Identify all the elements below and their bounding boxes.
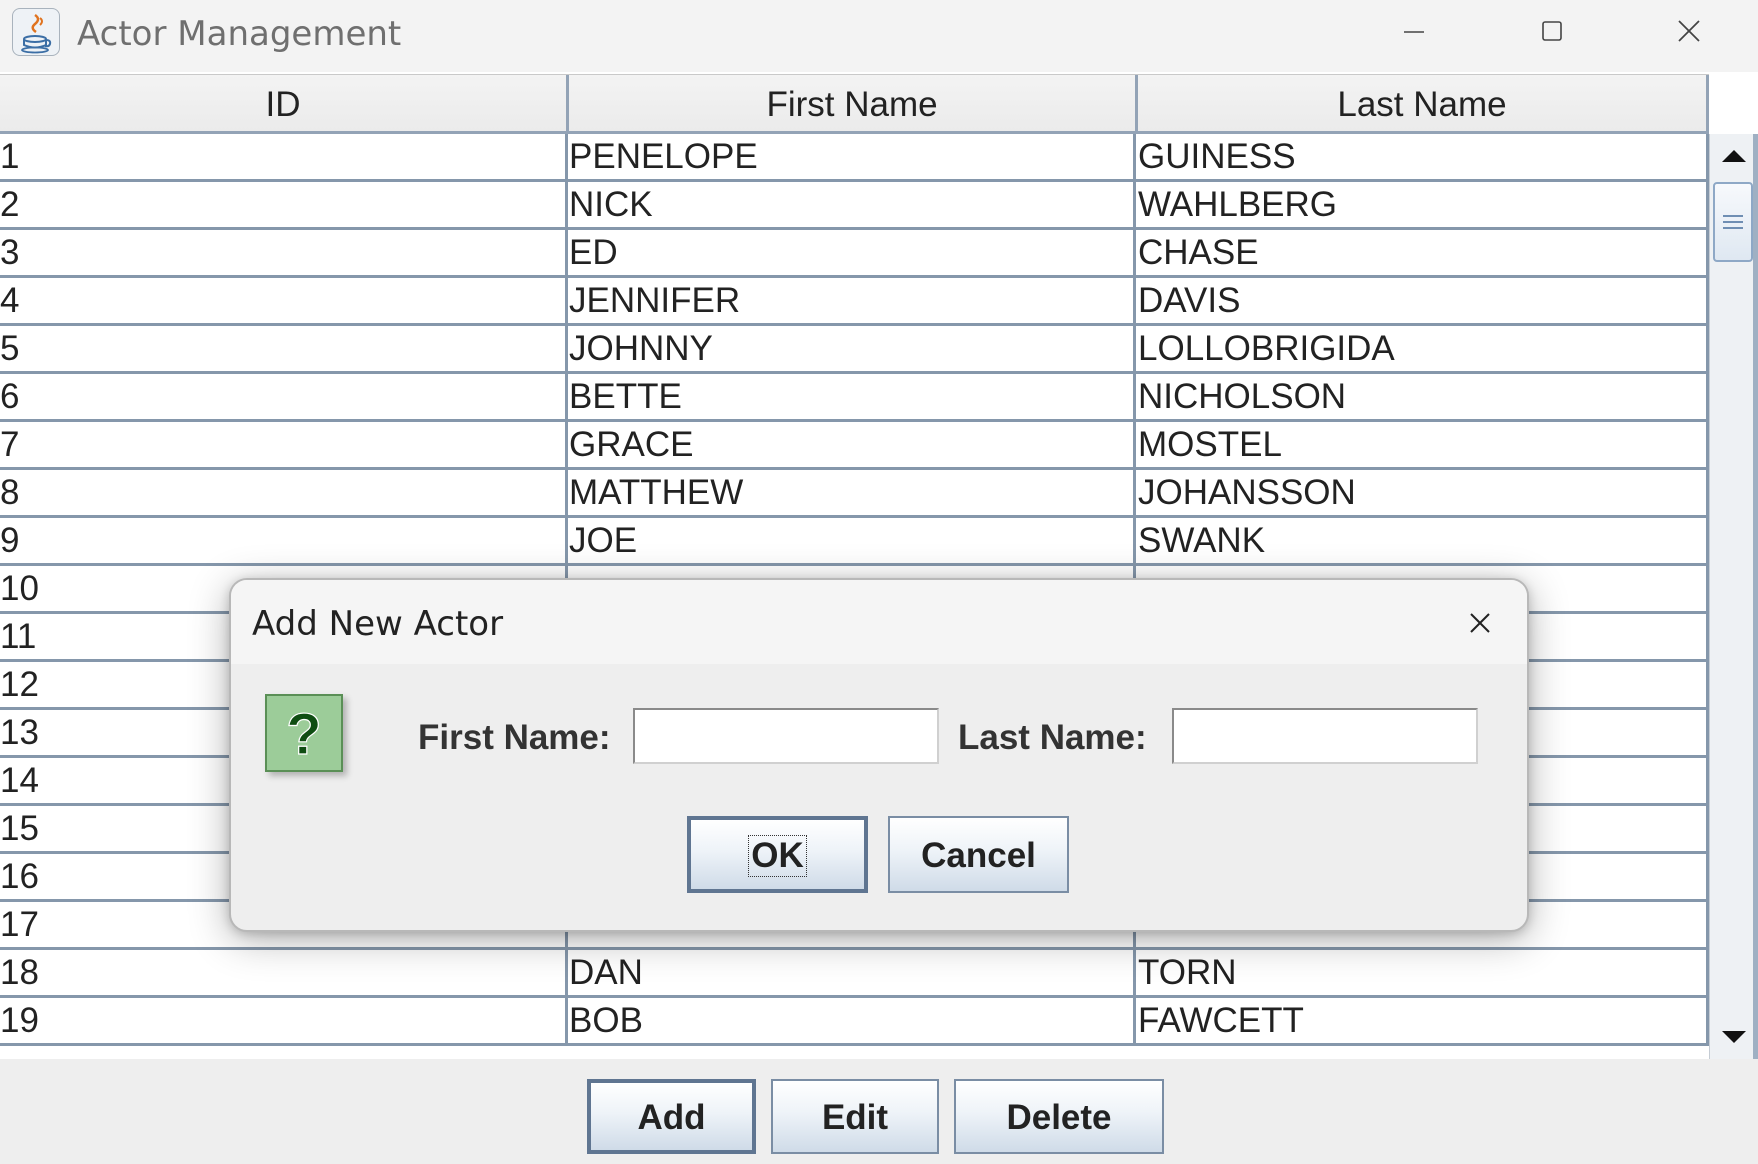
ok-button[interactable]: OK	[687, 816, 868, 893]
table-row[interactable]: 4 JENNIFER DAVIS	[0, 278, 1709, 326]
add-actor-dialog: Add New Actor ? First Name: Last Name: O…	[229, 578, 1529, 932]
cell-last-name: TORN	[1135, 950, 1709, 995]
cell-first-name: GRACE	[566, 422, 1136, 467]
cell-first-name: JOE	[566, 518, 1136, 563]
cell-id: 4	[0, 278, 568, 323]
cell-first-name: JENNIFER	[566, 278, 1136, 323]
column-header-last-name[interactable]: Last Name	[1138, 75, 1709, 132]
edit-button[interactable]: Edit	[771, 1079, 939, 1154]
table-row[interactable]: 8 MATTHEW JOHANSSON	[0, 470, 1709, 518]
cell-last-name: FAWCETT	[1135, 998, 1709, 1043]
scroll-up-arrow-icon[interactable]	[1710, 134, 1758, 178]
table-row[interactable]: 9 JOE SWANK	[0, 518, 1709, 566]
table-header: ID First Name Last Name	[0, 74, 1709, 134]
dialog-titlebar: Add New Actor	[231, 580, 1527, 664]
table-row[interactable]: 1 PENELOPE GUINESS	[0, 134, 1709, 182]
cell-first-name: DAN	[566, 950, 1136, 995]
minimize-icon[interactable]	[1384, 8, 1444, 56]
cell-last-name: LOLLOBRIGIDA	[1135, 326, 1709, 371]
cell-last-name: CHASE	[1135, 230, 1709, 275]
cell-id: 5	[0, 326, 568, 371]
cell-last-name: MOSTEL	[1135, 422, 1709, 467]
cell-id: 8	[0, 470, 568, 515]
cell-last-name: DAVIS	[1135, 278, 1709, 323]
table-row[interactable]: 6 BETTE NICHOLSON	[0, 374, 1709, 422]
cell-first-name: JOHNNY	[566, 326, 1136, 371]
cancel-button[interactable]: Cancel	[888, 816, 1069, 893]
last-name-label: Last Name:	[958, 718, 1147, 757]
column-header-id[interactable]: ID	[0, 75, 569, 132]
cell-last-name: SWANK	[1135, 518, 1709, 563]
cell-id: 7	[0, 422, 568, 467]
scrollbar-track	[1753, 134, 1758, 1059]
vertical-scrollbar[interactable]	[1709, 134, 1758, 1059]
cell-id: 1	[0, 134, 568, 179]
column-header-first-name[interactable]: First Name	[569, 75, 1138, 132]
scroll-down-arrow-icon[interactable]	[1710, 1015, 1758, 1059]
table-row[interactable]: 19 BOB FAWCETT	[0, 998, 1709, 1046]
cell-first-name: PENELOPE	[566, 134, 1136, 179]
dialog-title: Add New Actor	[252, 604, 504, 644]
cell-last-name: WAHLBERG	[1135, 182, 1709, 227]
first-name-label: First Name:	[418, 718, 611, 757]
cell-first-name: BOB	[566, 998, 1136, 1043]
cell-first-name: BETTE	[566, 374, 1136, 419]
window-titlebar: Actor Management	[0, 0, 1758, 72]
cell-first-name: NICK	[566, 182, 1136, 227]
table-row[interactable]: 5 JOHNNY LOLLOBRIGIDA	[0, 326, 1709, 374]
cell-id: 9	[0, 518, 568, 563]
table-row[interactable]: 18 DAN TORN	[0, 950, 1709, 998]
cell-first-name: ED	[566, 230, 1136, 275]
cell-last-name: GUINESS	[1135, 134, 1709, 179]
cell-last-name: NICHOLSON	[1135, 374, 1709, 419]
cell-last-name: JOHANSSON	[1135, 470, 1709, 515]
cell-first-name: MATTHEW	[566, 470, 1136, 515]
button-bar: Add Edit Delete	[0, 1059, 1758, 1164]
close-icon[interactable]	[1659, 8, 1719, 56]
last-name-field[interactable]	[1172, 708, 1478, 764]
svg-text:?: ?	[286, 702, 321, 767]
delete-button[interactable]: Delete	[954, 1079, 1164, 1154]
cell-id: 6	[0, 374, 568, 419]
table-row[interactable]: 3 ED CHASE	[0, 230, 1709, 278]
dialog-close-icon[interactable]	[1457, 600, 1503, 646]
cell-id: 3	[0, 230, 568, 275]
table-row[interactable]: 7 GRACE MOSTEL	[0, 422, 1709, 470]
first-name-field[interactable]	[633, 708, 939, 764]
cell-id: 19	[0, 998, 568, 1043]
question-icon: ?	[265, 694, 343, 772]
ok-button-label: OK	[748, 835, 807, 877]
java-icon	[12, 8, 60, 56]
scrollbar-thumb[interactable]	[1713, 182, 1753, 262]
cell-id: 18	[0, 950, 568, 995]
cell-id: 2	[0, 182, 568, 227]
window-title: Actor Management	[77, 14, 402, 54]
add-button[interactable]: Add	[587, 1079, 756, 1154]
table-row[interactable]: 2 NICK WAHLBERG	[0, 182, 1709, 230]
maximize-icon[interactable]	[1521, 8, 1581, 56]
